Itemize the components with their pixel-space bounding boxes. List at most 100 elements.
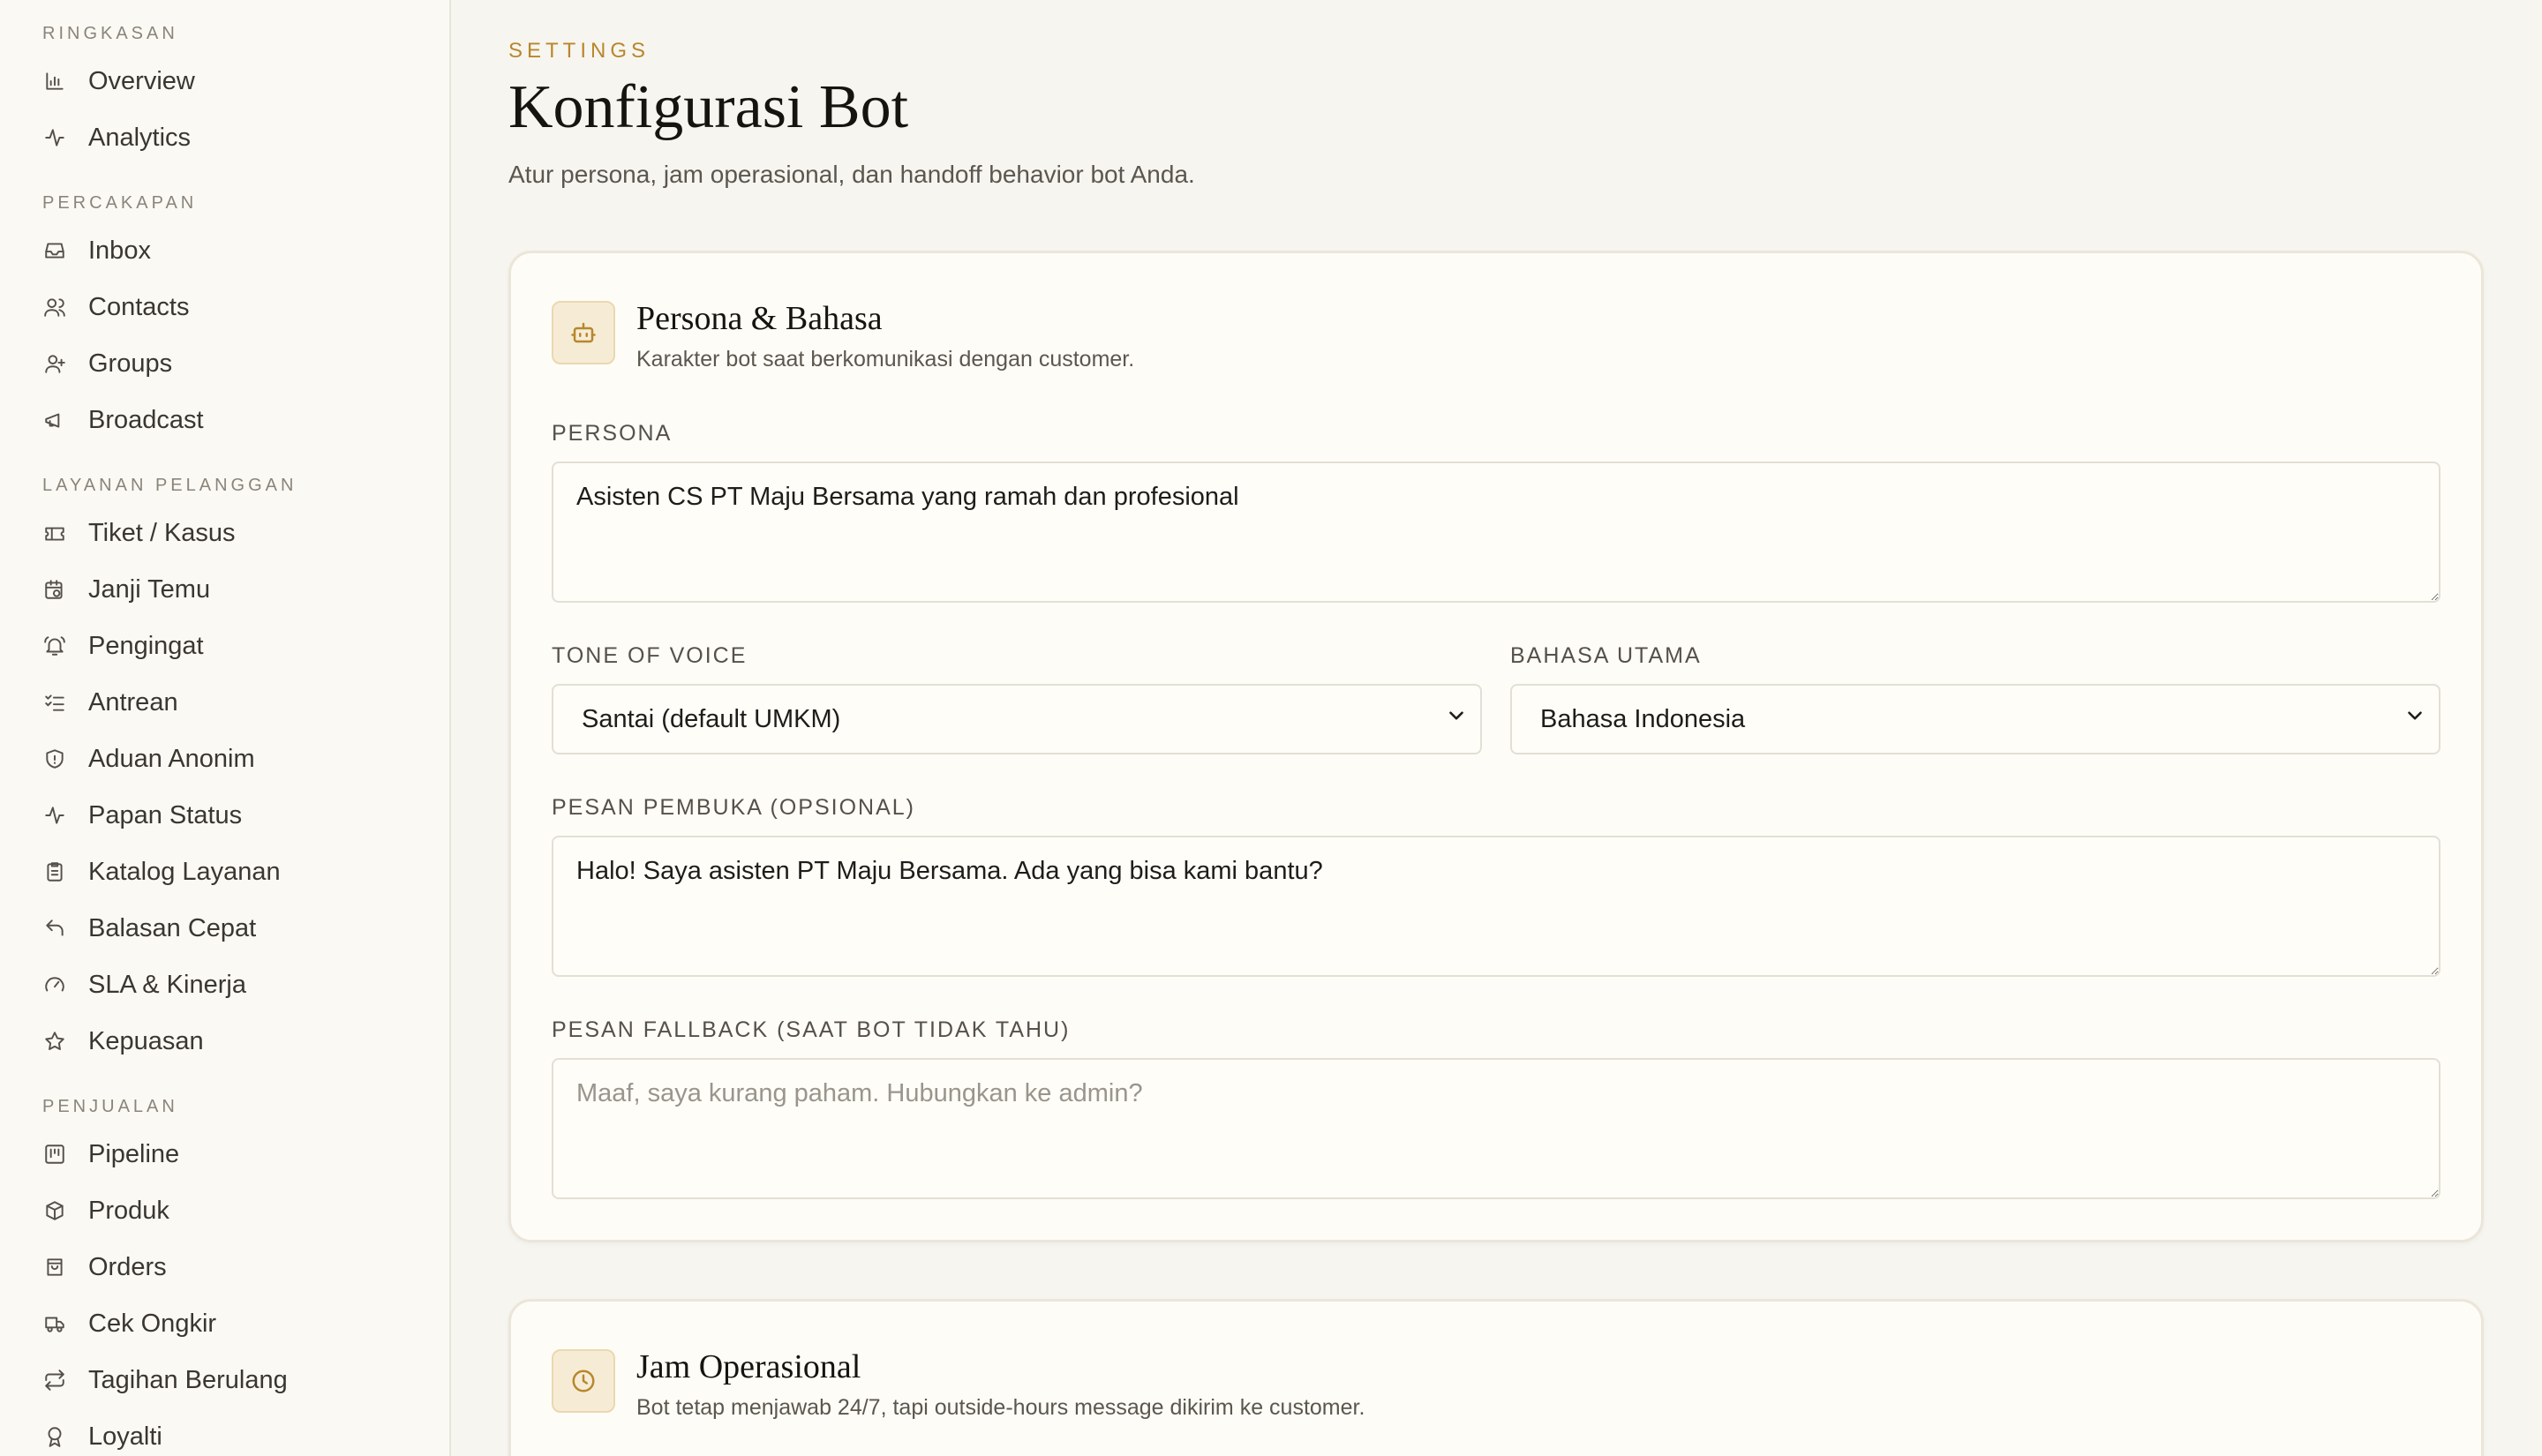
- sidebar-item-label: Antrean: [88, 687, 178, 717]
- clock-icon: [552, 1349, 615, 1413]
- sidebar-item-label: Contacts: [88, 292, 190, 321]
- sidebar-item-label: Loyalti: [88, 1422, 162, 1451]
- fallback-label: PESAN FALLBACK (SAAT BOT TIDAK TAHU): [552, 1017, 1071, 1042]
- sidebar-item-label: Aduan Anonim: [88, 744, 255, 773]
- sidebar-item-analytics[interactable]: Analytics: [0, 109, 449, 166]
- shopping-bag-icon: [42, 1255, 67, 1280]
- truck-icon: [42, 1311, 67, 1336]
- opening-message-textarea[interactable]: [552, 836, 2440, 977]
- page-title: Konfigurasi Bot: [508, 73, 909, 141]
- sidebar-section-label: PERCAKAPAN: [42, 193, 198, 213]
- kanban-icon: [42, 1142, 67, 1167]
- award-icon: [42, 1424, 67, 1449]
- sidebar-item-label: Produk: [88, 1196, 169, 1225]
- sidebar-item-balasan-cepat[interactable]: Balasan Cepat: [0, 900, 449, 957]
- sidebar-item-label: Janji Temu: [88, 574, 211, 604]
- repeat-icon: [42, 1368, 67, 1392]
- language-select-value: Bahasa Indonesia: [1540, 704, 1746, 733]
- sidebar-item-cek-ongkir[interactable]: Cek Ongkir: [0, 1295, 449, 1352]
- sidebar-item-kepuasan[interactable]: Kepuasan: [0, 1013, 449, 1069]
- sidebar-item-pipeline[interactable]: Pipeline: [0, 1126, 449, 1182]
- sidebar-item-label: Kepuasan: [88, 1026, 204, 1055]
- sidebar-item-antrean[interactable]: Antrean: [0, 674, 449, 731]
- sidebar-section-label: RINGKASAN: [42, 24, 178, 43]
- sidebar-item-label: Groups: [88, 349, 173, 378]
- sidebar-section-gap: [0, 448, 449, 475]
- hours-card-description: Bot tetap menjawab 24/7, tapi outside-ho…: [636, 1395, 1365, 1420]
- bell-ring-icon: [42, 634, 67, 658]
- tone-select[interactable]: Santai (default UMKM): [552, 684, 1482, 754]
- tone-select-value: Santai (default UMKM): [582, 704, 841, 733]
- page-eyebrow: SETTINGS: [508, 39, 651, 63]
- sidebar-item-label: Orders: [88, 1252, 167, 1281]
- hours-card: Jam Operasional Bot tetap menjawab 24/7,…: [508, 1299, 2484, 1456]
- sidebar-item-broadcast[interactable]: Broadcast: [0, 392, 449, 448]
- persona-textarea[interactable]: [552, 462, 2440, 603]
- sidebar-item-katalog-layanan[interactable]: Katalog Layanan: [0, 844, 449, 900]
- sidebar-item-loyalti[interactable]: Loyalti: [0, 1408, 449, 1456]
- megaphone-icon: [42, 408, 67, 432]
- clipboard-list-icon: [42, 859, 67, 884]
- sidebar-item-label: Balasan Cepat: [88, 913, 257, 942]
- chevron-down-icon: [1445, 704, 1468, 734]
- shield-icon: [42, 747, 67, 771]
- sidebar-item-label: Cek Ongkir: [88, 1309, 217, 1338]
- chevron-down-icon: [2403, 704, 2426, 734]
- sidebar-item-label: Overview: [88, 66, 195, 95]
- sidebar-item-label: Papan Status: [88, 800, 243, 829]
- sidebar-item-orders[interactable]: Orders: [0, 1239, 449, 1295]
- star-icon: [42, 1029, 67, 1054]
- sidebar-item-label: Katalog Layanan: [88, 857, 281, 886]
- sidebar-item-label: Tagihan Berulang: [88, 1365, 288, 1394]
- opening-label: PESAN PEMBUKA (OPSIONAL): [552, 795, 915, 820]
- sidebar-item-label: Analytics: [88, 123, 192, 152]
- sidebar-item-papan-status[interactable]: Papan Status: [0, 787, 449, 844]
- tone-label: TONE OF VOICE: [552, 643, 748, 668]
- calendar-clock-icon: [42, 577, 67, 602]
- sidebar-item-pengingat[interactable]: Pengingat: [0, 618, 449, 674]
- sidebar-item-label: SLA & Kinerja: [88, 970, 246, 999]
- persona-label: PERSONA: [552, 421, 673, 446]
- sidebar-item-sla-kinerja[interactable]: SLA & Kinerja: [0, 957, 449, 1013]
- persona-card-title: Persona & Bahasa: [636, 300, 883, 337]
- sidebar-item-janji-temu[interactable]: Janji Temu: [0, 561, 449, 618]
- gauge-icon: [42, 972, 67, 997]
- activity-icon: [42, 803, 67, 828]
- persona-card-description: Karakter bot saat berkomunikasi dengan c…: [636, 347, 1135, 372]
- sidebar-item-contacts[interactable]: Contacts: [0, 279, 449, 335]
- sidebar-section-gap: [0, 1069, 449, 1096]
- inbox-icon: [42, 238, 67, 263]
- sidebar-item-label: Pengingat: [88, 631, 204, 660]
- main-content: SETTINGS Konfigurasi Bot Atur persona, j…: [452, 0, 2542, 1456]
- language-select[interactable]: Bahasa Indonesia: [1510, 684, 2440, 754]
- package-icon: [42, 1198, 67, 1223]
- group-icon: [42, 351, 67, 376]
- sidebar-item-label: Broadcast: [88, 405, 204, 434]
- sidebar-item-aduan-anonim[interactable]: Aduan Anonim: [0, 731, 449, 787]
- sidebar-item-produk[interactable]: Produk: [0, 1182, 449, 1239]
- sidebar-item-tagihan-berulang[interactable]: Tagihan Berulang: [0, 1352, 449, 1408]
- persona-card: Persona & Bahasa Karakter bot saat berko…: [508, 251, 2484, 1242]
- sidebar-item-label: Pipeline: [88, 1139, 180, 1168]
- hours-card-header: Jam Operasional Bot tetap menjawab 24/7,…: [552, 1349, 1365, 1421]
- bot-icon: [552, 301, 615, 364]
- sidebar: RINGKASAN Overview Analytics PERCAKAPAN Inbo…: [0, 0, 451, 1456]
- hours-card-title: Jam Operasional: [636, 1348, 861, 1385]
- activity-icon: [42, 125, 67, 150]
- sidebar-item-groups[interactable]: Groups: [0, 335, 449, 392]
- reply-icon: [42, 916, 67, 941]
- page-subtitle: Atur persona, jam operasional, dan hando…: [508, 161, 1195, 188]
- language-label: BAHASA UTAMA: [1510, 643, 1702, 668]
- sidebar-item-label: Inbox: [88, 236, 151, 265]
- sidebar-section-label: PENJUALAN: [42, 1097, 178, 1116]
- list-checks-icon: [42, 690, 67, 715]
- sidebar-section-label: LAYANAN PELANGGAN: [42, 476, 297, 495]
- ticket-icon: [42, 521, 67, 545]
- fallback-message-textarea[interactable]: [552, 1058, 2440, 1199]
- bar-chart-icon: [42, 69, 67, 94]
- users-icon: [42, 295, 67, 319]
- sidebar-item-overview[interactable]: Overview: [0, 53, 449, 109]
- sidebar-item-tiket-kasus[interactable]: Tiket / Kasus: [0, 505, 449, 561]
- sidebar-item-inbox[interactable]: Inbox: [0, 222, 449, 279]
- sidebar-section-gap: [0, 166, 449, 192]
